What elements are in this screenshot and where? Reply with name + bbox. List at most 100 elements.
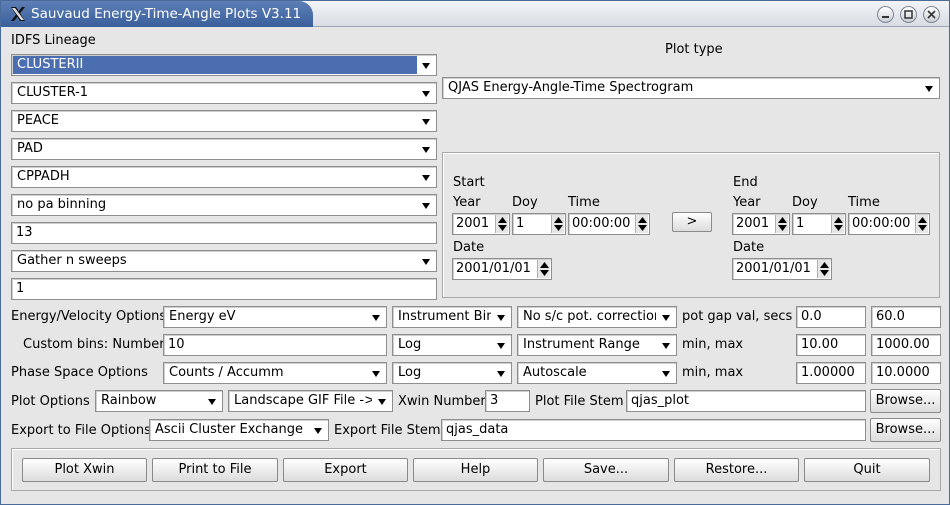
energy-bins-select[interactable]: Instrument Bins xyxy=(392,306,512,328)
spinner-arrows[interactable] xyxy=(537,260,550,278)
print-to-file-button[interactable]: Print to File xyxy=(152,458,278,482)
spinner-arrows[interactable] xyxy=(495,215,508,233)
help-button[interactable]: Help xyxy=(413,458,538,482)
spinner-arrows[interactable] xyxy=(817,260,830,278)
export-format-value: Ascii Cluster Exchange 2 xyxy=(155,422,308,437)
start-year-spinner[interactable]: 2001 xyxy=(452,213,510,235)
close-button[interactable] xyxy=(923,6,940,23)
start-time-spinner[interactable]: 00:00:00 xyxy=(568,213,650,235)
end-date-spinner[interactable]: 2001/01/01 xyxy=(732,258,832,280)
colormap-value: Rainbow xyxy=(101,393,157,408)
plot-xwin-button[interactable]: Plot Xwin xyxy=(22,458,147,482)
plot-output-select[interactable]: Landscape GIF File -> xyxy=(228,390,393,412)
arrow-down-icon xyxy=(778,225,787,231)
binning-value: no pa binning xyxy=(17,197,107,212)
instrument-value: PEACE xyxy=(17,113,60,128)
export-browse-button[interactable]: Browse... xyxy=(870,418,941,442)
mission-select[interactable]: CLUSTERII xyxy=(11,54,437,76)
spinner-arrows[interactable] xyxy=(635,215,648,233)
gap-secs-field[interactable]: 60.0 xyxy=(871,306,941,328)
phase-space-scale-select[interactable]: Log xyxy=(392,362,512,384)
phase-space-range-select[interactable]: Autoscale xyxy=(517,362,677,384)
chevron-down-icon xyxy=(378,399,386,405)
quit-button[interactable]: Quit xyxy=(804,458,930,482)
arrow-up-icon xyxy=(918,217,927,223)
custom-bins-label: Custom bins: Number xyxy=(23,337,165,352)
chevron-down-icon xyxy=(422,259,430,265)
chevron-down-icon xyxy=(422,147,430,153)
xwin-number-field[interactable]: 3 xyxy=(485,390,530,412)
binning-select[interactable]: no pa binning xyxy=(11,194,437,216)
sweeps-field[interactable]: 1 xyxy=(11,278,437,300)
plot-output-value: Landscape GIF File -> xyxy=(234,393,372,408)
pot-gap-value-field[interactable]: 0.0 xyxy=(796,306,866,328)
phase-space-label: Phase Space Options xyxy=(11,365,148,380)
export-format-select[interactable]: Ascii Cluster Exchange 2 xyxy=(149,419,329,441)
arrow-up-icon xyxy=(778,217,787,223)
lineage-value-field[interactable]: 13 xyxy=(11,222,437,244)
instrument-select[interactable]: PEACE xyxy=(11,110,437,132)
plot-browse-button[interactable]: Browse... xyxy=(870,389,941,413)
dataset-select[interactable]: CPPADH xyxy=(11,166,437,188)
end-doy-spinner[interactable]: 1 xyxy=(792,213,846,235)
start-label: Start xyxy=(453,175,485,190)
start-year-label: Year xyxy=(453,195,481,210)
arrow-down-icon xyxy=(918,225,927,231)
phase-space-units-select[interactable]: Counts / Accumm xyxy=(163,362,387,384)
phase-space-max-field[interactable]: 10.0000 xyxy=(871,362,941,384)
minimize-button[interactable] xyxy=(877,6,894,23)
start-date-spinner[interactable]: 2001/01/01 xyxy=(452,258,552,280)
maximize-icon xyxy=(904,10,913,19)
product-select[interactable]: PAD xyxy=(11,138,437,160)
chevron-down-icon xyxy=(314,428,322,434)
arrow-up-icon xyxy=(638,217,647,223)
restore-button[interactable]: Restore... xyxy=(674,458,799,482)
custom-bins-scale-select[interactable]: Log xyxy=(392,334,512,356)
minimize-icon xyxy=(882,16,889,18)
copy-start-to-end-button[interactable]: > xyxy=(672,212,712,232)
chevron-down-icon xyxy=(925,86,933,92)
idfs-lineage-label: IDFS Lineage xyxy=(11,33,96,48)
chevron-down-icon xyxy=(497,315,505,321)
spacecraft-select[interactable]: CLUSTER-1 xyxy=(11,82,437,104)
arrow-up-icon xyxy=(820,262,829,268)
export-options-label: Export to File Options xyxy=(11,423,151,438)
plot-options-label: Plot Options xyxy=(11,394,90,409)
chevron-down-icon xyxy=(422,119,430,125)
end-year-spinner[interactable]: 2001 xyxy=(732,213,790,235)
spinner-arrows[interactable] xyxy=(775,215,788,233)
chevron-down-icon xyxy=(662,315,670,321)
export-button[interactable]: Export xyxy=(283,458,408,482)
spinner-arrows[interactable] xyxy=(551,215,564,233)
start-time-value: 00:00:00 xyxy=(572,216,631,231)
colormap-select[interactable]: Rainbow xyxy=(95,390,223,412)
custom-bins-number-field[interactable]: 10 xyxy=(163,334,387,356)
product-value: PAD xyxy=(17,141,43,156)
chevron-down-icon xyxy=(497,371,505,377)
title-bar[interactable]: Sauvaud Energy-Time-Angle Plots V3.11 xyxy=(1,1,949,27)
gather-select[interactable]: Gather n sweeps xyxy=(11,250,437,272)
save-button[interactable]: Save... xyxy=(543,458,669,482)
custom-bins-range-value: Instrument Range xyxy=(523,337,640,352)
plot-file-stem-field[interactable]: qjas_plot xyxy=(626,390,866,412)
spinner-arrows[interactable] xyxy=(831,215,844,233)
end-doy-label: Doy xyxy=(792,195,818,210)
end-time-spinner[interactable]: 00:00:00 xyxy=(848,213,930,235)
maximize-button[interactable] xyxy=(900,6,917,23)
energy-units-select[interactable]: Energy eV xyxy=(163,306,387,328)
title-tab[interactable]: Sauvaud Energy-Time-Angle Plots V3.11 xyxy=(1,1,313,27)
potential-correction-select[interactable]: No s/c pot. correction xyxy=(517,306,677,328)
start-time-label: Time xyxy=(568,195,600,210)
start-doy-spinner[interactable]: 1 xyxy=(512,213,566,235)
plot-type-label: Plot type xyxy=(665,42,723,57)
export-file-stem-field[interactable]: qjas_data xyxy=(441,419,866,441)
spinner-arrows[interactable] xyxy=(915,215,928,233)
custom-bins-max-field[interactable]: 1000.00 xyxy=(871,334,941,356)
custom-bins-min-field[interactable]: 10.00 xyxy=(796,334,866,356)
phase-space-min-field[interactable]: 1.00000 xyxy=(796,362,866,384)
plot-type-select[interactable]: QJAS Energy-Angle-Time Spectrogram xyxy=(442,77,940,99)
custom-bins-range-select[interactable]: Instrument Range xyxy=(517,334,677,356)
start-date-value: 2001/01/01 xyxy=(456,261,531,276)
energy-bins-value: Instrument Bins xyxy=(398,309,491,324)
chevron-down-icon xyxy=(422,203,430,209)
